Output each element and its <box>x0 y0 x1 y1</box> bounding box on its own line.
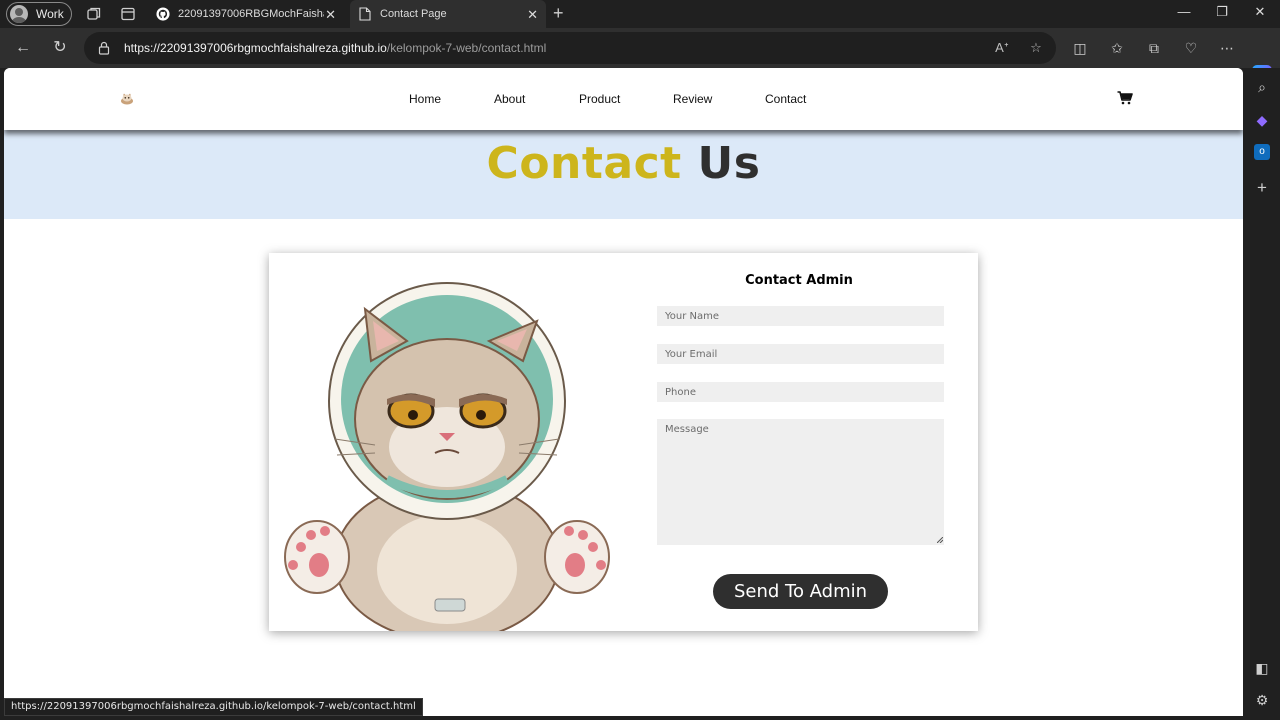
address-bar[interactable]: https://22091397006rbgmochfaishalreza.gi… <box>84 32 1056 64</box>
title-rest: Us <box>697 138 761 189</box>
hero-banner: Contact Us <box>4 130 1243 219</box>
tab-github[interactable]: 22091397006RBGMochFaishalRe ✕ <box>148 0 344 28</box>
settings-gear-icon[interactable]: ⚙ <box>1252 690 1272 710</box>
close-tab-icon[interactable]: ✕ <box>527 7 538 23</box>
url-host: https://22091397006rbgmochfaishalreza.gi… <box>124 41 387 55</box>
url-text[interactable]: https://22091397006rbgmochfaishalreza.gi… <box>124 41 546 55</box>
browser-tab-bar: Work 22091397006RBGMochFaishalRe ✕ Conta… <box>0 0 1280 28</box>
address-bar-row: ← ↻ https://22091397006rbgmochfaishalrez… <box>0 28 1280 85</box>
sidebar-toggle-icon[interactable]: ◧ <box>1252 658 1272 678</box>
form-title: Contact Admin <box>745 273 853 288</box>
logo-icon[interactable] <box>120 92 134 106</box>
back-icon[interactable]: ← <box>13 38 33 58</box>
title-highlight: Contact <box>486 138 682 189</box>
profile-button[interactable]: Work <box>6 2 72 26</box>
email-input[interactable] <box>657 344 944 364</box>
favorites-icon[interactable]: ✩ <box>1108 39 1126 57</box>
profile-label: Work <box>36 7 64 21</box>
refresh-icon[interactable]: ↻ <box>50 38 70 58</box>
message-textarea[interactable] <box>657 419 944 545</box>
read-aloud-icon[interactable]: Aᐩ <box>994 40 1010 56</box>
new-tab-icon[interactable]: + <box>553 4 569 22</box>
cart-icon[interactable] <box>1117 91 1133 105</box>
github-icon <box>156 7 170 21</box>
add-sidebar-app-icon[interactable]: + <box>1252 178 1272 198</box>
send-to-admin-button[interactable]: Send To Admin <box>713 574 888 609</box>
nav-about[interactable]: About <box>494 92 525 106</box>
nav-product[interactable]: Product <box>579 92 620 106</box>
close-tab-icon[interactable]: ✕ <box>325 7 336 23</box>
nav-contact[interactable]: Contact <box>765 92 806 106</box>
cat-astronaut-illustration <box>284 282 610 631</box>
copilot-side-icon[interactable]: ◆ <box>1252 110 1272 130</box>
tab-title: 22091397006RBGMochFaishalRe <box>178 8 324 20</box>
browser-essentials-icon[interactable]: ♡ <box>1182 39 1200 57</box>
split-screen-icon[interactable]: ◫ <box>1071 39 1089 57</box>
outlook-icon[interactable]: o <box>1254 144 1270 160</box>
tab-actions-icon[interactable] <box>120 6 136 22</box>
minimize-icon[interactable]: — <box>1174 4 1194 19</box>
lock-icon[interactable] <box>98 41 110 55</box>
more-options-icon[interactable]: ⋯ <box>1218 39 1236 57</box>
favorite-star-icon[interactable]: ☆ <box>1028 40 1044 56</box>
nav-review[interactable]: Review <box>673 92 712 106</box>
tab-contact-page[interactable]: Contact Page ✕ <box>350 0 546 28</box>
contact-card: Contact Admin Send To Admin <box>269 253 978 631</box>
page-viewport: Home About Product Review Contact Contac… <box>4 68 1243 716</box>
browser-sidebar: ⌕ ◆ o + ◧ ⚙ <box>1244 68 1280 720</box>
name-input[interactable] <box>657 306 944 326</box>
search-icon[interactable]: ⌕ <box>1252 77 1272 97</box>
page-title: Contact Us <box>4 138 1243 189</box>
close-window-icon[interactable]: ✕ <box>1250 4 1270 20</box>
status-bar-url: https://22091397006rbgmochfaishalreza.gi… <box>4 698 423 716</box>
site-header: Home About Product Review Contact <box>4 68 1243 130</box>
tab-title: Contact Page <box>380 8 447 20</box>
workspaces-icon[interactable] <box>86 6 102 22</box>
avatar-icon <box>10 5 28 23</box>
nav-home[interactable]: Home <box>409 92 441 106</box>
phone-input[interactable] <box>657 382 944 402</box>
restore-icon[interactable]: ❐ <box>1212 4 1232 20</box>
collections-icon[interactable]: ⧉ <box>1145 39 1163 57</box>
page-icon <box>358 7 372 21</box>
url-path: /kelompok-7-web/contact.html <box>386 41 547 55</box>
resize-grip-icon[interactable] <box>937 537 943 543</box>
